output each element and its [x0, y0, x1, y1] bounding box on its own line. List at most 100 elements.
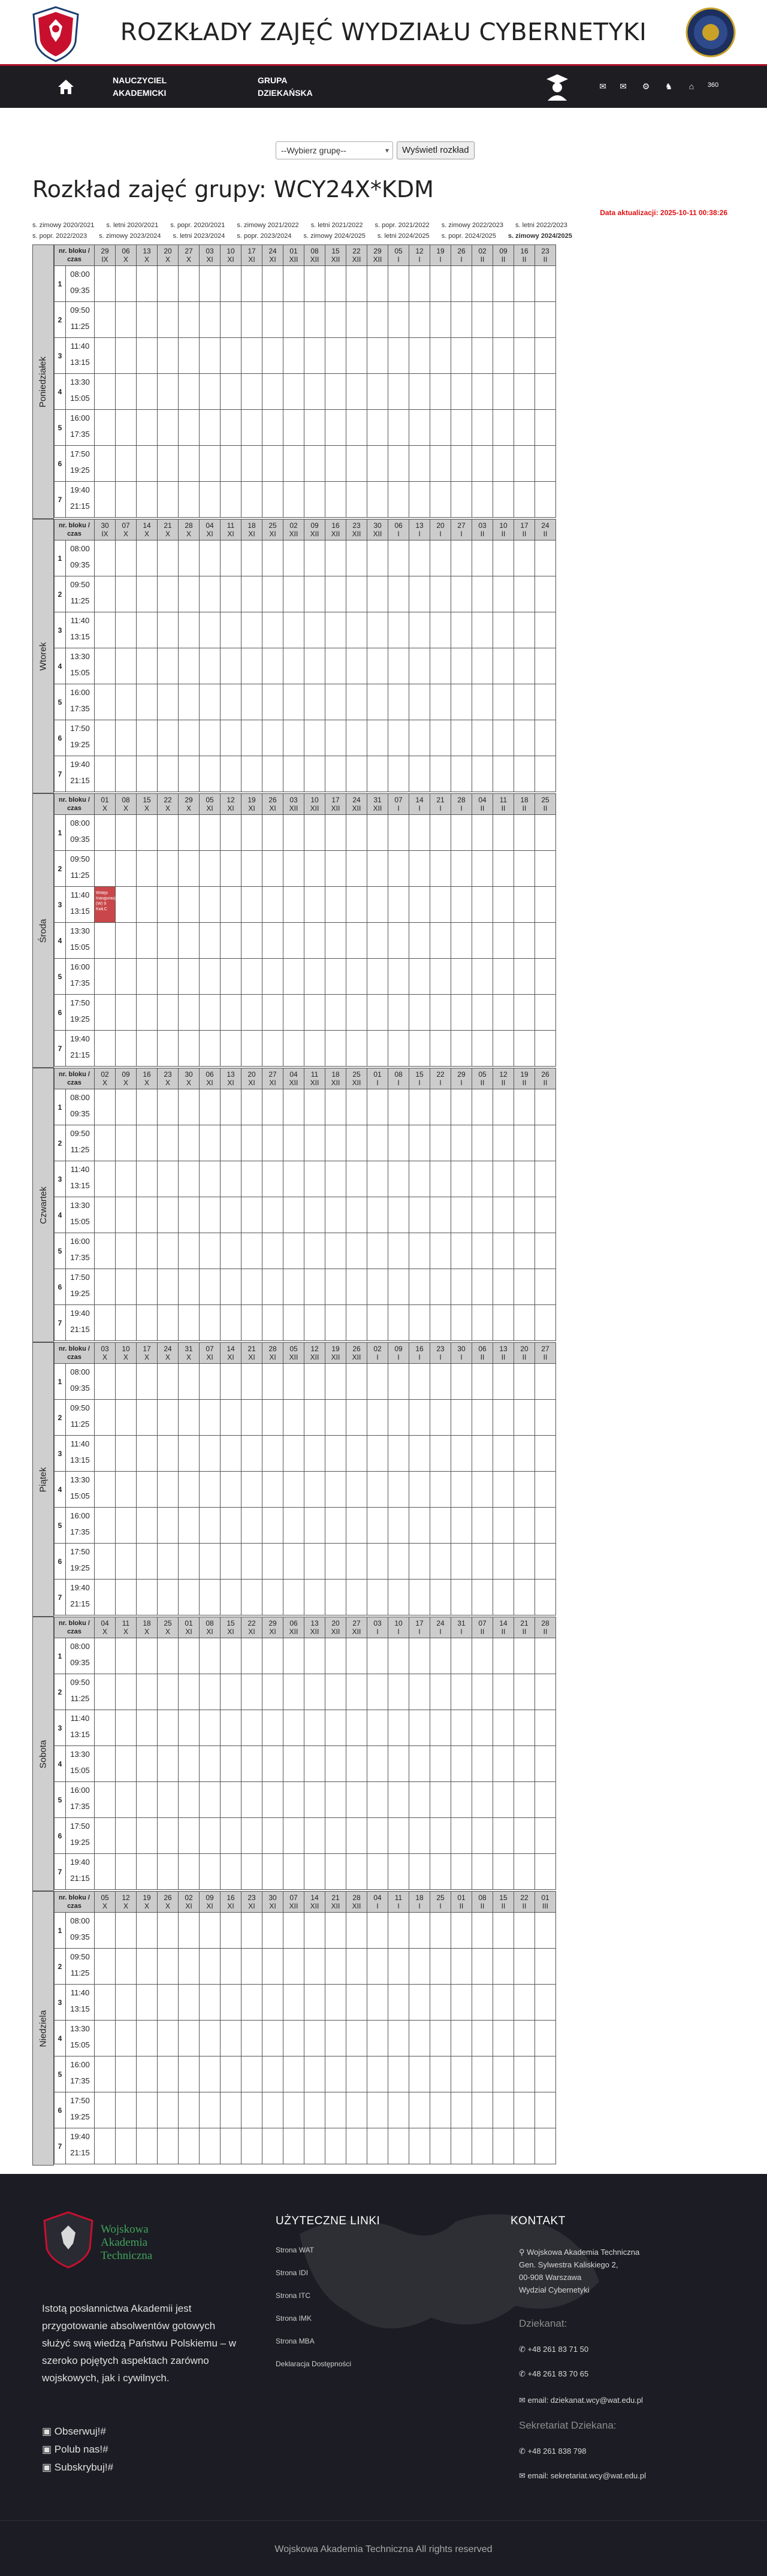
schedule-cell[interactable] — [535, 815, 556, 851]
schedule-cell[interactable] — [179, 1710, 200, 1746]
schedule-cell[interactable] — [514, 1472, 535, 1508]
schedule-cell[interactable] — [241, 482, 262, 518]
schedule-cell[interactable] — [221, 959, 241, 995]
schedule-cell[interactable] — [472, 720, 493, 756]
schedule-cell[interactable] — [451, 756, 472, 792]
schedule-cell[interactable] — [430, 1031, 451, 1067]
schedule-cell[interactable] — [388, 1089, 409, 1125]
schedule-cell[interactable] — [304, 266, 325, 302]
schedule-cell[interactable] — [241, 1638, 262, 1674]
schedule-cell[interactable] — [535, 756, 556, 792]
schedule-cell[interactable] — [325, 648, 346, 684]
schedule-cell[interactable] — [221, 1197, 241, 1233]
schedule-cell[interactable] — [514, 1674, 535, 1710]
schedule-cell[interactable] — [137, 1782, 158, 1818]
schedule-cell[interactable] — [221, 2056, 241, 2092]
schedule-cell[interactable] — [137, 1710, 158, 1746]
schedule-cell[interactable] — [221, 2021, 241, 2056]
schedule-cell[interactable] — [221, 815, 241, 851]
schedule-cell[interactable] — [325, 1125, 346, 1161]
dean-email[interactable]: ✉ email: dziekanat.wcy@wat.edu.pl — [519, 2396, 643, 2405]
schedule-cell[interactable] — [346, 338, 367, 374]
schedule-cell[interactable] — [535, 2021, 556, 2056]
schedule-cell[interactable] — [451, 815, 472, 851]
schedule-cell[interactable] — [409, 1949, 430, 1985]
schedule-cell[interactable] — [262, 720, 283, 756]
schedule-cell[interactable] — [262, 756, 283, 792]
schedule-cell[interactable] — [472, 1746, 493, 1782]
nav-teacher[interactable]: NAUCZYCIEL AKADEMICKI — [113, 74, 167, 99]
schedule-cell[interactable] — [409, 1638, 430, 1674]
schedule-cell[interactable] — [451, 2056, 472, 2092]
schedule-cell[interactable] — [388, 1233, 409, 1269]
schedule-cell[interactable] — [116, 1364, 137, 1400]
schedule-cell[interactable] — [95, 815, 116, 851]
schedule-cell[interactable] — [221, 1089, 241, 1125]
schedule-cell[interactable] — [472, 1400, 493, 1436]
schedule-cell[interactable] — [262, 2128, 283, 2164]
schedule-cell[interactable] — [179, 1638, 200, 1674]
schedule-cell[interactable] — [409, 482, 430, 518]
schedule-cell[interactable] — [409, 1269, 430, 1305]
schedule-cell[interactable] — [158, 851, 179, 887]
schedule-cell[interactable] — [158, 612, 179, 648]
schedule-cell[interactable] — [514, 1436, 535, 1472]
schedule-cell[interactable] — [241, 410, 262, 446]
schedule-cell[interactable] — [346, 887, 367, 923]
schedule-cell[interactable] — [179, 1305, 200, 1341]
schedule-cell[interactable] — [430, 1949, 451, 1985]
schedule-cell[interactable] — [221, 648, 241, 684]
schedule-cell[interactable] — [200, 540, 221, 576]
schedule-cell[interactable] — [325, 482, 346, 518]
schedule-cell[interactable] — [95, 1580, 116, 1615]
schedule-cell[interactable] — [221, 1233, 241, 1269]
schedule-cell[interactable] — [304, 923, 325, 959]
schedule-cell[interactable] — [388, 482, 409, 518]
schedule-cell[interactable] — [535, 1544, 556, 1580]
schedule-cell[interactable] — [137, 995, 158, 1031]
schedule-cell[interactable] — [179, 410, 200, 446]
schedule-cell[interactable] — [241, 1854, 262, 1890]
schedule-cell[interactable] — [472, 1161, 493, 1197]
schedule-cell[interactable] — [304, 1197, 325, 1233]
schedule-cell[interactable] — [116, 648, 137, 684]
schedule-cell[interactable] — [283, 995, 304, 1031]
schedule-cell[interactable] — [241, 851, 262, 887]
schedule-cell[interactable] — [430, 2128, 451, 2164]
schedule-cell[interactable] — [262, 1818, 283, 1854]
schedule-cell[interactable] — [430, 1305, 451, 1341]
schedule-cell[interactable] — [95, 2056, 116, 2092]
schedule-cell[interactable] — [325, 338, 346, 374]
schedule-cell[interactable] — [514, 612, 535, 648]
semester-link[interactable]: s. zimowy 2023/2024 — [99, 232, 161, 240]
schedule-cell[interactable] — [451, 1508, 472, 1544]
schedule-cell[interactable] — [283, 374, 304, 410]
schedule-cell[interactable] — [388, 374, 409, 410]
schedule-cell[interactable] — [262, 923, 283, 959]
schedule-cell[interactable] — [200, 1580, 221, 1615]
schedule-cell[interactable] — [430, 2092, 451, 2128]
schedule-cell[interactable] — [325, 1949, 346, 1985]
schedule-cell[interactable] — [388, 756, 409, 792]
schedule-cell[interactable] — [346, 1508, 367, 1544]
schedule-cell[interactable] — [430, 1125, 451, 1161]
schedule-cell[interactable] — [283, 815, 304, 851]
schedule-cell[interactable] — [388, 1580, 409, 1615]
schedule-cell[interactable] — [116, 756, 137, 792]
schedule-cell[interactable] — [179, 1472, 200, 1508]
schedule-cell[interactable] — [95, 684, 116, 720]
schedule-cell[interactable] — [116, 1746, 137, 1782]
schedule-cell[interactable] — [430, 1710, 451, 1746]
schedule-cell[interactable] — [325, 1305, 346, 1341]
schedule-cell[interactable] — [367, 1125, 388, 1161]
schedule-cell[interactable] — [388, 1544, 409, 1580]
schedule-cell[interactable] — [283, 1089, 304, 1125]
schedule-cell[interactable] — [367, 1782, 388, 1818]
schedule-cell[interactable] — [430, 1985, 451, 2021]
schedule-cell[interactable] — [514, 338, 535, 374]
schedule-cell[interactable] — [367, 1031, 388, 1067]
schedule-cell[interactable] — [346, 1233, 367, 1269]
schedule-cell[interactable] — [388, 959, 409, 995]
schedule-cell[interactable] — [430, 1436, 451, 1472]
schedule-cell[interactable] — [200, 1985, 221, 2021]
